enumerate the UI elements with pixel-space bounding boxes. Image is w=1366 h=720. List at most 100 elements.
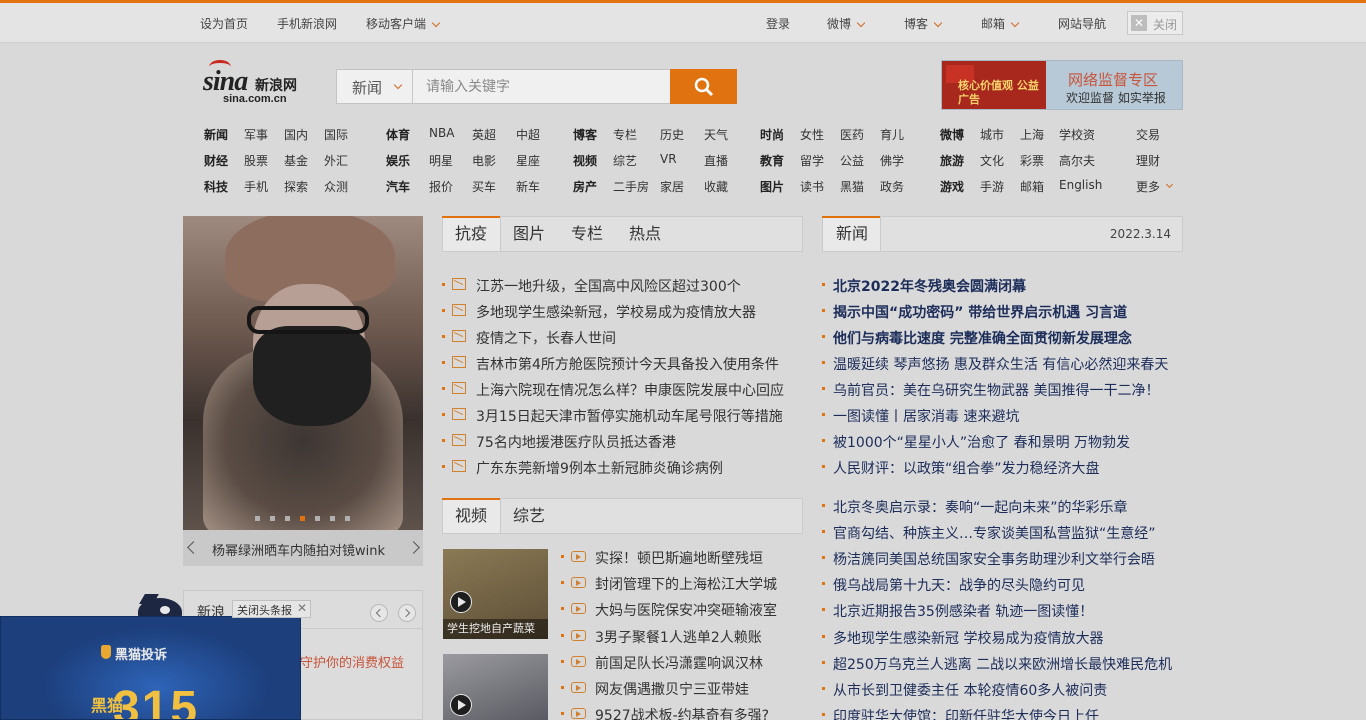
nav-link[interactable]: 体育 (386, 126, 410, 143)
news-item[interactable]: 大妈与医院保安冲突砸输液室 (561, 600, 777, 620)
nav-link[interactable]: 留学 (800, 152, 824, 169)
nav-link[interactable]: 新车 (516, 178, 540, 195)
tab-variety[interactable]: 综艺 (513, 499, 545, 533)
blog-menu[interactable]: 博客 (904, 15, 943, 32)
prev-slide-arrow-icon[interactable] (187, 541, 200, 554)
search-input[interactable] (414, 70, 670, 103)
news-item[interactable]: 疫情之下，长春人世间 (442, 328, 616, 348)
news-item[interactable]: 官商勾结、种族主义…专家谈美国私营监狱“生意经” (822, 523, 1156, 543)
next-slide-arrow-icon[interactable] (407, 541, 420, 554)
nav-link[interactable]: 明星 (429, 152, 453, 169)
tab-video[interactable]: 视频 (442, 498, 501, 533)
news-item[interactable]: 3男子聚餐1人逃单2人赖账 (561, 627, 762, 647)
nav-link[interactable]: 时尚 (760, 126, 784, 143)
news-item[interactable]: 杨洁篪同美国总统国家安全事务助理沙利文举行会晤 (822, 549, 1155, 569)
news-item[interactable]: 吉林市第4所方舱医院预计今天具备投入使用条件 (442, 354, 779, 374)
nav-link[interactable]: 英超 (472, 126, 496, 143)
close-button[interactable]: ✕ 关闭 (1127, 11, 1183, 35)
news-item[interactable]: 从市长到卫健委主任 本轮疫情60多人被问责 (822, 680, 1107, 700)
news-item[interactable]: 前国足队长冯潇霆响讽汉林 (561, 653, 763, 673)
nav-link[interactable]: 娱乐 (386, 152, 410, 169)
nav-link[interactable]: 城市 (980, 126, 1004, 143)
video-thumbnail[interactable] (443, 654, 548, 720)
slider-dot[interactable] (345, 516, 350, 521)
slider-dot[interactable] (255, 516, 260, 521)
video-thumbnail[interactable]: 学生挖地自产蔬菜 (443, 549, 548, 639)
nav-link[interactable]: 外汇 (324, 152, 348, 169)
nav-link[interactable]: 直播 (704, 152, 728, 169)
next-arrow-icon[interactable] (398, 604, 416, 622)
news-item[interactable]: 超250万乌克兰人逃离 二战以来欧洲增长最快难民危机 (822, 654, 1172, 674)
news-item[interactable]: 网友偶遇撒贝宁三亚带娃 (561, 679, 749, 699)
nav-link[interactable]: 综艺 (613, 152, 637, 169)
nav-link[interactable]: 女性 (800, 126, 824, 143)
news-item[interactable]: 3月15日起天津市暂停实施机动车尾号限行等措施 (442, 406, 783, 426)
tab-columns[interactable]: 专栏 (571, 217, 603, 251)
nav-link[interactable]: 探索 (284, 178, 308, 195)
nav-link[interactable]: 财经 (204, 152, 228, 169)
nav-link[interactable]: NBA (429, 126, 454, 140)
set-homepage-link[interactable]: 设为首页 (200, 15, 248, 32)
nav-link[interactable]: 二手房 (613, 178, 649, 195)
news-item[interactable]: 一图读懂丨居家消毒 速来避坑 (822, 406, 1019, 426)
nav-link[interactable]: 政务 (880, 178, 904, 195)
nav-link[interactable]: 国际 (324, 126, 348, 143)
nav-link[interactable]: 黑猫 (840, 178, 864, 195)
nav-link[interactable]: 历史 (660, 126, 684, 143)
nav-link[interactable]: 交易 (1136, 126, 1160, 143)
sitemap-link[interactable]: 网站导航 (1058, 15, 1106, 32)
nav-link[interactable]: 军事 (244, 126, 268, 143)
nav-link[interactable]: 基金 (284, 152, 308, 169)
nav-link[interactable]: 手机 (244, 178, 268, 195)
nav-link[interactable]: 房产 (573, 178, 597, 195)
news-item[interactable]: 印度驻华大使馆：印新任驻华大使今日上任 (822, 706, 1099, 720)
nav-link[interactable]: 旅游 (940, 152, 964, 169)
search-category-select[interactable]: 新闻 (337, 70, 413, 103)
nav-link[interactable]: 汽车 (386, 178, 410, 195)
news-item[interactable]: 揭示中国“成功密码” 带给世界启示机遇 习言道 (822, 302, 1127, 322)
nav-link[interactable]: 众测 (324, 178, 348, 195)
slider-dot[interactable] (285, 516, 290, 521)
news-item[interactable]: 人民财评：以政策“组合拳”发力稳经济大盘 (822, 458, 1100, 478)
nav-link[interactable]: 更多 (1136, 178, 1160, 195)
ad-close-button[interactable]: 关闭头条报 ✕ (232, 600, 311, 618)
slider-dot[interactable] (315, 516, 320, 521)
news-item[interactable]: 被1000个“星星小人”治愈了 春和景明 万物勃发 (822, 432, 1130, 452)
nav-link[interactable]: 中超 (516, 126, 540, 143)
slider-dot[interactable] (330, 516, 335, 521)
news-item[interactable]: 北京近期报告35例感染者 轨迹一图读懂！ (822, 601, 1093, 621)
nav-link[interactable]: 图片 (760, 178, 784, 195)
news-item[interactable]: 北京冬奥启示录：奏响“一起向未来”的华彩乐章 (822, 497, 1128, 517)
ad-popup[interactable]: 黑猫投诉 黑猫 315 (0, 616, 301, 720)
nav-link[interactable]: 邮箱 (1020, 178, 1044, 195)
nav-link[interactable]: English (1059, 178, 1102, 192)
nav-link[interactable]: 新闻 (204, 126, 228, 143)
slide-caption[interactable]: 杨幂绿洲晒车内随拍对镜wink (212, 540, 385, 559)
nav-link[interactable]: 彩票 (1020, 152, 1044, 169)
tab-news[interactable]: 新闻 (822, 216, 881, 251)
news-item[interactable]: 9527战术板-约基奇有多强? (561, 705, 769, 720)
slider-dot[interactable] (270, 516, 275, 521)
nav-link[interactable]: 手游 (980, 178, 1004, 195)
news-item[interactable]: 北京2022年冬残奥会圆满闭幕 (822, 276, 1026, 296)
news-item[interactable]: 温暖延续 琴声悠扬 惠及群众生活 有信心必然迎来春天 (822, 354, 1168, 374)
tab-hot[interactable]: 热点 (629, 217, 661, 251)
mail-menu[interactable]: 邮箱 (981, 15, 1020, 32)
search-button[interactable] (670, 69, 737, 104)
nav-link[interactable]: 文化 (980, 152, 1004, 169)
news-item[interactable]: 多地现学生感染新冠 学校易成为疫情放大器 (822, 628, 1103, 648)
nav-link[interactable]: 育儿 (880, 126, 904, 143)
login-link[interactable]: 登录 (766, 15, 790, 32)
nav-link[interactable]: 微博 (940, 126, 964, 143)
news-item[interactable]: 广东东莞新增9例本土新冠肺炎确诊病例 (442, 458, 723, 478)
news-item[interactable]: 75名内地援港医疗队员抵达香港 (442, 432, 676, 452)
nav-link[interactable]: 学校资 (1059, 126, 1095, 143)
nav-link[interactable]: 公益 (840, 152, 864, 169)
mobile-sina-link[interactable]: 手机新浪网 (277, 15, 337, 32)
nav-link[interactable]: 收藏 (704, 178, 728, 195)
feed-item[interactable]: 守护你的消费权益 (300, 652, 404, 671)
nav-link[interactable]: 家居 (660, 178, 684, 195)
nav-link[interactable]: 教育 (760, 152, 784, 169)
supervision-banner[interactable]: 核心价值观 公益广告 网络监督专区 欢迎监督 如实举报 (941, 60, 1183, 110)
nav-link[interactable]: 视频 (573, 152, 597, 169)
